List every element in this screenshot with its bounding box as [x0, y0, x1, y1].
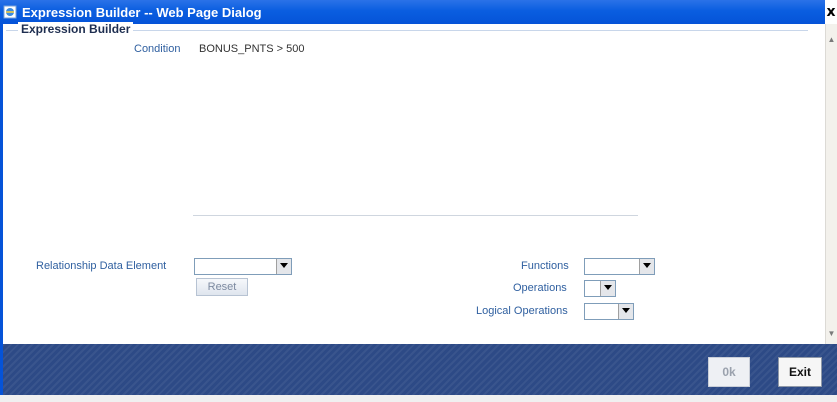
functions-label: Functions [521, 260, 569, 272]
chevron-down-icon[interactable] [600, 281, 615, 296]
condition-label: Condition [134, 43, 181, 55]
chevron-down-icon[interactable] [276, 259, 291, 274]
logical-operations-select[interactable] [584, 303, 634, 320]
reset-button[interactable]: Reset [196, 278, 248, 296]
close-icon[interactable]: x [825, 5, 837, 19]
dialog-window: Expression Builder -- Web Page Dialog x … [0, 0, 837, 402]
title-bar: Expression Builder -- Web Page Dialog [0, 0, 825, 24]
divider [193, 215, 638, 216]
operations-label: Operations [513, 282, 567, 294]
section-legend: Expression Builder [18, 22, 134, 36]
condition-value: BONUS_PNTS > 500 [199, 43, 305, 55]
ok-button[interactable]: 0k [708, 357, 750, 387]
window-title: Expression Builder -- Web Page Dialog [22, 4, 262, 20]
scroll-down-icon[interactable]: ▼ [826, 328, 837, 340]
relationship-data-element-select[interactable] [194, 258, 292, 275]
chevron-down-icon[interactable] [618, 304, 633, 319]
logical-operations-label: Logical Operations [476, 305, 568, 317]
functions-select[interactable] [584, 258, 655, 275]
vertical-scrollbar[interactable]: ▲ ▼ [825, 24, 837, 344]
scroll-up-icon[interactable]: ▲ [826, 34, 837, 46]
ie-page-icon [3, 5, 17, 19]
exit-button[interactable]: Exit [778, 357, 822, 387]
status-strip [0, 395, 837, 402]
operations-select[interactable] [584, 280, 616, 297]
dialog-content [3, 24, 809, 344]
relationship-data-element-label: Relationship Data Element [36, 260, 167, 272]
chevron-down-icon[interactable] [639, 259, 654, 274]
